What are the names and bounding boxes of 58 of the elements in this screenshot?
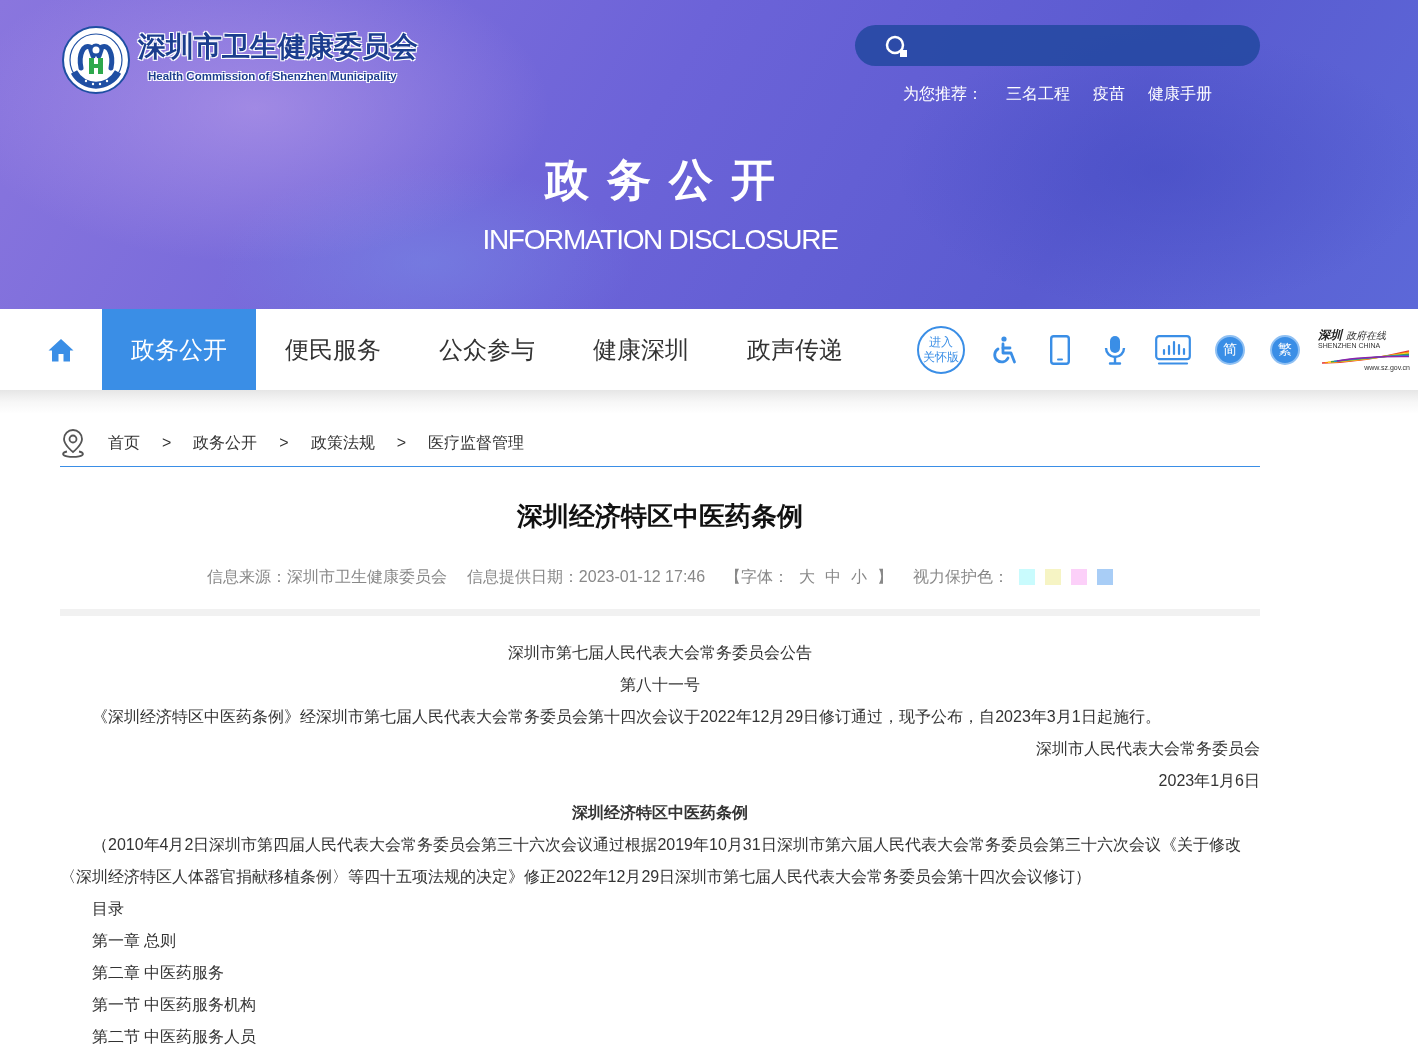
- emblem-icon: [62, 26, 130, 94]
- body-paragraph: 第一节 中医药服务机构: [92, 996, 257, 1013]
- font-size-option[interactable]: 大: [799, 565, 816, 589]
- body-paragraph: （2010年4月2日深圳市第四届人民代表大会常务委员会第三十六次会议通过根据2019年10月31日深圳市第六届人民代表大会常务委员会第三十六次会议《关于修改〈深圳经济特区人体器官捐献移植条例〉等四十五项法规的决定》修正2022年12月29日深圳市第七届人民代表大会常务委员会第十四次会议修订）: [60, 836, 1241, 885]
- color-swatch-icon[interactable]: [1045, 569, 1062, 585]
- centered-text: 深圳市第七届人民代表大会常务委员会公告: [508, 644, 812, 661]
- font-size-option[interactable]: 小: [851, 565, 868, 589]
- home-icon[interactable]: [48, 337, 74, 362]
- script-toggle-button[interactable]: 简: [1215, 334, 1245, 365]
- nav-tab[interactable]: 政声传递: [718, 309, 872, 390]
- recommend-link[interactable]: 三名工程: [1006, 82, 1070, 106]
- section-heading: 深圳经济特区中医药条例: [572, 804, 748, 821]
- breadcrumb-link[interactable]: 医疗监督管理: [428, 431, 525, 455]
- bracket-text: 】: [877, 567, 894, 587]
- color-swatch-icon[interactable]: [1071, 569, 1088, 585]
- eye-care-label: 视力保护色：: [913, 567, 1010, 587]
- breadcrumb-separator: >: [279, 433, 289, 453]
- breadcrumb-link[interactable]: 政务公开: [193, 431, 258, 455]
- body-paragraph: 第二节 中医药服务人员: [92, 1028, 257, 1045]
- body-paragraph: 第二章 中医药服务: [92, 964, 225, 981]
- nav-tab[interactable]: 政务公开: [102, 309, 256, 390]
- microphone-icon[interactable]: [1103, 334, 1127, 365]
- site-subtitle: Health Commission of Shenzhen Municipality: [148, 69, 397, 84]
- signature-text: 2023年1月6日: [1158, 772, 1260, 789]
- recommend-label: 为您推荐：: [903, 84, 983, 104]
- recommend-link[interactable]: 健康手册: [1148, 82, 1212, 106]
- color-swatch-icon[interactable]: [1097, 569, 1114, 585]
- font-size-label: 【字体：: [725, 567, 790, 587]
- breadcrumb-link[interactable]: 首页: [108, 431, 140, 455]
- nav-tab[interactable]: 健康深圳: [564, 309, 718, 390]
- banner-title: 政务公开: [543, 155, 793, 205]
- recommend-link[interactable]: 疫苗: [1093, 82, 1125, 106]
- mobile-phone-icon[interactable]: [1050, 334, 1070, 365]
- source-text: 信息来源：深圳市卫生健康委员会: [206, 567, 447, 587]
- care-mode-button[interactable]: 进入 关怀版: [917, 325, 965, 374]
- banner-subtitle: INFORMATION DISCLOSURE: [482, 223, 838, 257]
- search-field[interactable]: [855, 25, 1260, 66]
- bar-chart-icon[interactable]: [1155, 334, 1191, 365]
- article-title: 深圳经济特区中医药条例: [517, 500, 803, 533]
- font-size-option[interactable]: 中: [825, 565, 842, 589]
- location-pin-icon: [60, 428, 86, 458]
- color-swatch-icon[interactable]: [1019, 569, 1036, 585]
- search-icon[interactable]: [885, 34, 907, 57]
- breadcrumb-separator: >: [162, 433, 172, 453]
- site-title: 深圳市卫生健康委员会: [138, 31, 418, 63]
- nav-tab[interactable]: 公众参与: [410, 309, 564, 390]
- date-text: 信息提供日期：2023-01-12 17:46: [466, 567, 706, 587]
- body-paragraph: 第一章 总则: [92, 932, 177, 949]
- body-paragraph: 《深圳经济特区中医药条例》经深圳市第七届人民代表大会常务委员会第十四次会议于2022年12月29日修订通过，现予公布，自2023年3月1日起施行。: [92, 708, 1161, 725]
- breadcrumb-separator: >: [396, 433, 407, 453]
- body-paragraph: 目录: [92, 900, 124, 917]
- nav-tab[interactable]: 便民服务: [256, 309, 410, 390]
- script-toggle-button[interactable]: 繁: [1270, 334, 1300, 365]
- signature-text: 深圳市人民代表大会常务委员会: [1036, 740, 1260, 757]
- centered-text: 第八十一号: [620, 676, 700, 693]
- gov-logo-title: 深圳: [1318, 327, 1342, 342]
- gov-logo-subtitle: 政府在线: [1346, 329, 1386, 342]
- breadcrumb-link[interactable]: 政策法规: [310, 431, 375, 455]
